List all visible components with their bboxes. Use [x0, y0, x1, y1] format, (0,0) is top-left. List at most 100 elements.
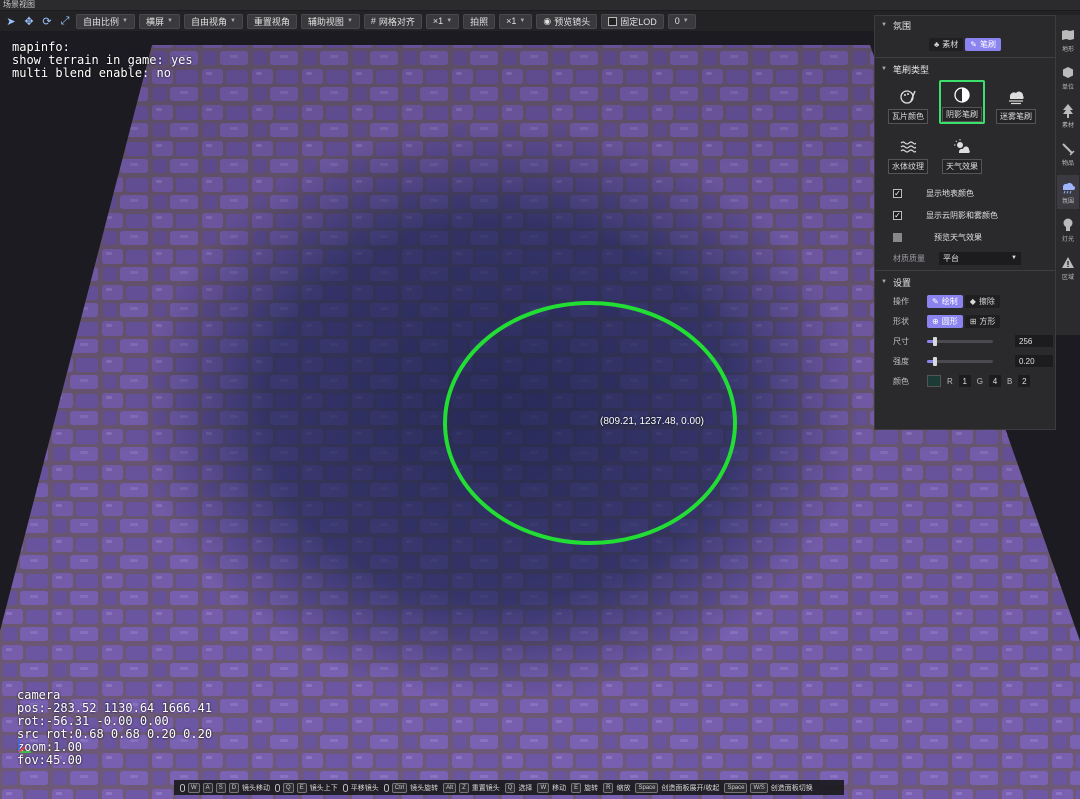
collapse-arrow-icon[interactable]: ▼: [881, 66, 887, 72]
window-title-bar: 场景视图: [0, 0, 1080, 10]
shortcut-hint: R 缩放: [603, 782, 631, 793]
shortcut-label: 缩放: [616, 784, 631, 792]
grid-scale-dropdown[interactable]: ×1 ▼: [425, 13, 460, 29]
screenshot-button[interactable]: 拍照: [463, 13, 496, 29]
brush-tile-water[interactable]: 水体纹理: [885, 130, 931, 174]
brush-type-grid: 瓦片颜色 阴影笔刷 迷雾笔刷 水体纹理 天气效果: [875, 78, 1055, 176]
shortcut-hint: Q E 镜头上下: [275, 782, 338, 793]
option-show-cloud-shadow[interactable]: ✓ 显示云阴影和雾颜色: [875, 204, 1055, 226]
weather-icon: [1061, 180, 1075, 194]
fixed-lod-checkbox[interactable]: [608, 16, 618, 26]
chevron-down-icon: ▼: [682, 18, 689, 24]
sidebar-item-atmosphere[interactable]: 氛围: [1057, 175, 1079, 209]
shortcut-label: 移动: [552, 784, 567, 792]
shortcut-label: 选择: [518, 784, 533, 792]
sidebar-item-material[interactable]: 素材: [1057, 99, 1079, 133]
helper-view-dropdown[interactable]: 辅助视图 ▼: [300, 13, 360, 29]
screenshot-scale-dropdown[interactable]: ×1 ▼: [499, 13, 533, 29]
size-slider-handle[interactable]: [932, 336, 937, 346]
color-swatch[interactable]: [927, 375, 941, 387]
move-cross-icon[interactable]: ✥: [22, 13, 36, 29]
sword-icon: [1061, 142, 1075, 156]
size-input[interactable]: 256: [1015, 335, 1053, 347]
bulb-icon: [1061, 218, 1075, 232]
range-brush-option[interactable]: ✎ 笔刷: [965, 38, 1001, 51]
strength-slider-handle[interactable]: [932, 356, 937, 366]
chevron-down-icon: ▼: [229, 18, 236, 24]
color-b-input[interactable]: 2: [1018, 375, 1031, 387]
sidebar-item-unit[interactable]: 单位: [1057, 61, 1079, 95]
shortcut-label: 创造面板展开/收起: [661, 784, 720, 792]
aspect-ratio-dropdown[interactable]: 自由比例 ▼: [76, 13, 135, 29]
strength-input[interactable]: 0.20: [1015, 355, 1053, 367]
camera-fov-line: fov:45.00: [17, 753, 83, 767]
palette-brush-icon: [899, 88, 917, 106]
shortcut-key: Space: [635, 782, 659, 793]
grid-icon: #: [370, 16, 376, 26]
brush-tile-weather[interactable]: 天气效果: [939, 130, 985, 174]
shortcut-label: 创造面板切换: [770, 784, 813, 792]
shortcut-hint: Space 创造面板展开/收起: [635, 782, 720, 793]
water-waves-icon: [899, 138, 917, 156]
shortcut-key: Alt: [443, 782, 457, 793]
chevron-down-icon: ▼: [446, 18, 453, 24]
show-cloud-shadow-checkbox[interactable]: ✓: [893, 210, 902, 220]
option-show-surface-color[interactable]: ✓ 显示地表颜色: [875, 182, 1055, 204]
view-mode-dropdown[interactable]: 自由视角 ▼: [183, 13, 243, 29]
brush-tile-shadow[interactable]: 阴影笔刷: [939, 80, 985, 124]
shortcut-key: R: [603, 782, 614, 793]
mapinfo-blend-line: multi blend enable: no: [12, 66, 171, 80]
sidebar-item-light[interactable]: 灯光: [1057, 213, 1079, 247]
brush-type-section-header[interactable]: ▼ 笔刷类型: [875, 60, 1055, 78]
tree-icon: [1061, 103, 1075, 118]
shortcut-label: 镜头上下: [309, 784, 338, 792]
color-r-input[interactable]: 1: [958, 375, 971, 387]
reset-view-button[interactable]: 重置视角: [246, 13, 297, 29]
option-preview-weather[interactable]: 预览天气效果: [875, 226, 1055, 248]
mouse-icon: [275, 783, 281, 792]
range-material-option[interactable]: ♣ 素材: [929, 38, 964, 51]
shortcut-key: W: [188, 782, 200, 793]
divider: [875, 270, 1055, 271]
show-surface-color-checkbox[interactable]: ✓: [893, 188, 902, 198]
shape-circle-option[interactable]: ⊕ 圆形: [927, 314, 963, 328]
strength-slider[interactable]: [927, 356, 993, 366]
shortcut-key: W: [537, 782, 550, 793]
tree-icon: ♣: [934, 40, 940, 49]
shortcut-hint: 平移镜头: [342, 783, 379, 793]
collapse-arrow-icon[interactable]: ▼: [881, 22, 887, 28]
shortcut-hint: W 移动: [537, 782, 567, 793]
brush-tile-color[interactable]: 瓦片颜色: [885, 80, 931, 124]
map-icon: [1061, 28, 1075, 42]
brush-icon: ✎: [970, 40, 977, 49]
operation-row: 操作 ✎ 绘制 ◆ 擦除: [875, 291, 1055, 311]
shape-square-option[interactable]: ⊞ 方形: [964, 314, 1001, 328]
grid-snap-button[interactable]: # 网格对齐: [363, 13, 422, 29]
operation-erase-option[interactable]: ◆ 擦除: [964, 294, 1000, 308]
material-quality-label: 材质质量: [893, 253, 925, 263]
settings-section-header[interactable]: ▼ 设置: [875, 273, 1055, 291]
scale-icon[interactable]: ⤢: [58, 13, 72, 29]
range-section-header[interactable]: ▼ 氛围: [875, 16, 1055, 34]
lod-level-dropdown[interactable]: 0 ▼: [667, 13, 696, 29]
sidebar-item-terrain[interactable]: 地形: [1057, 23, 1079, 57]
preview-camera-button[interactable]: ◉ 预览镜头: [536, 13, 598, 29]
shortcut-hint: Alt Z 重置镜头: [443, 782, 500, 793]
orientation-dropdown[interactable]: 横屏 ▼: [138, 13, 180, 29]
sidebar-item-item[interactable]: 物品: [1057, 137, 1079, 171]
shortcut-hint: E 旋转: [571, 782, 598, 793]
preview-weather-checkbox[interactable]: [893, 232, 902, 242]
brush-tile-fog[interactable]: 迷雾笔刷: [993, 80, 1039, 124]
fixed-lod-toggle[interactable]: 固定LOD: [601, 13, 664, 29]
select-cursor-icon[interactable]: ➤: [4, 13, 18, 29]
operation-paint-option[interactable]: ✎ 绘制: [927, 294, 963, 308]
size-slider[interactable]: [927, 336, 993, 346]
size-row: 尺寸 256: [875, 331, 1055, 351]
sidebar-item-region[interactable]: 区域: [1057, 251, 1079, 285]
material-quality-select[interactable]: 平台 ▼: [939, 251, 1021, 265]
eraser-icon: ◆: [969, 296, 976, 306]
material-quality-row: 材质质量 平台 ▼: [875, 248, 1055, 268]
color-g-input[interactable]: 4: [989, 375, 1002, 387]
rotate-icon[interactable]: ⟳: [40, 13, 54, 29]
collapse-arrow-icon[interactable]: ▼: [881, 279, 887, 285]
